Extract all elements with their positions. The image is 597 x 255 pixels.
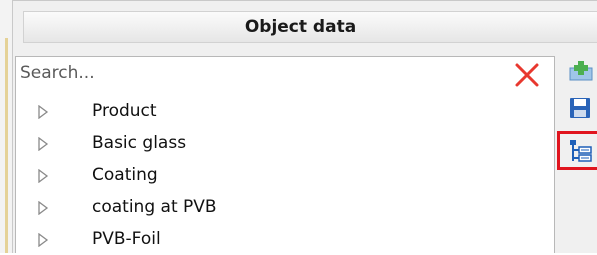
search-input[interactable] (20, 59, 500, 87)
expand-arrow-icon[interactable] (36, 105, 50, 119)
expand-arrow-icon[interactable] (36, 137, 50, 151)
tree-item-label: Product (92, 101, 157, 121)
tree-item-label: PVB-Foil (92, 229, 161, 249)
window-edge (0, 0, 12, 253)
side-toolbar (560, 56, 597, 196)
tree-item-label: Coating (92, 165, 158, 185)
tree-item-coating[interactable]: Coating (16, 161, 554, 191)
highlight-annotation-box (557, 131, 597, 170)
tree-item-basic-glass[interactable]: Basic glass (16, 129, 554, 159)
add-button[interactable] (560, 56, 597, 86)
expand-arrow-icon[interactable] (36, 201, 50, 215)
expand-arrow-icon[interactable] (36, 233, 50, 247)
panel-title: Object data (244, 17, 357, 37)
add-icon (569, 61, 593, 81)
clear-search-button[interactable] (512, 59, 542, 89)
tree-item-label: coating at PVB (92, 197, 217, 217)
tree-item-coating-at-pvb[interactable]: coating at PVB (16, 193, 554, 223)
close-icon (515, 63, 539, 87)
expand-arrow-icon[interactable] (36, 169, 50, 183)
object-tree-box: Product Basic glass Coating coating at P… (15, 56, 555, 253)
save-icon (570, 98, 590, 118)
panel-title-bar: Object data (23, 11, 597, 43)
search-row (16, 57, 554, 90)
save-button[interactable] (560, 92, 597, 122)
tree-item-label: Basic glass (92, 133, 187, 153)
tree-item-product[interactable]: Product (16, 97, 554, 127)
tree-item-pvb-foil[interactable]: PVB-Foil (16, 225, 554, 255)
